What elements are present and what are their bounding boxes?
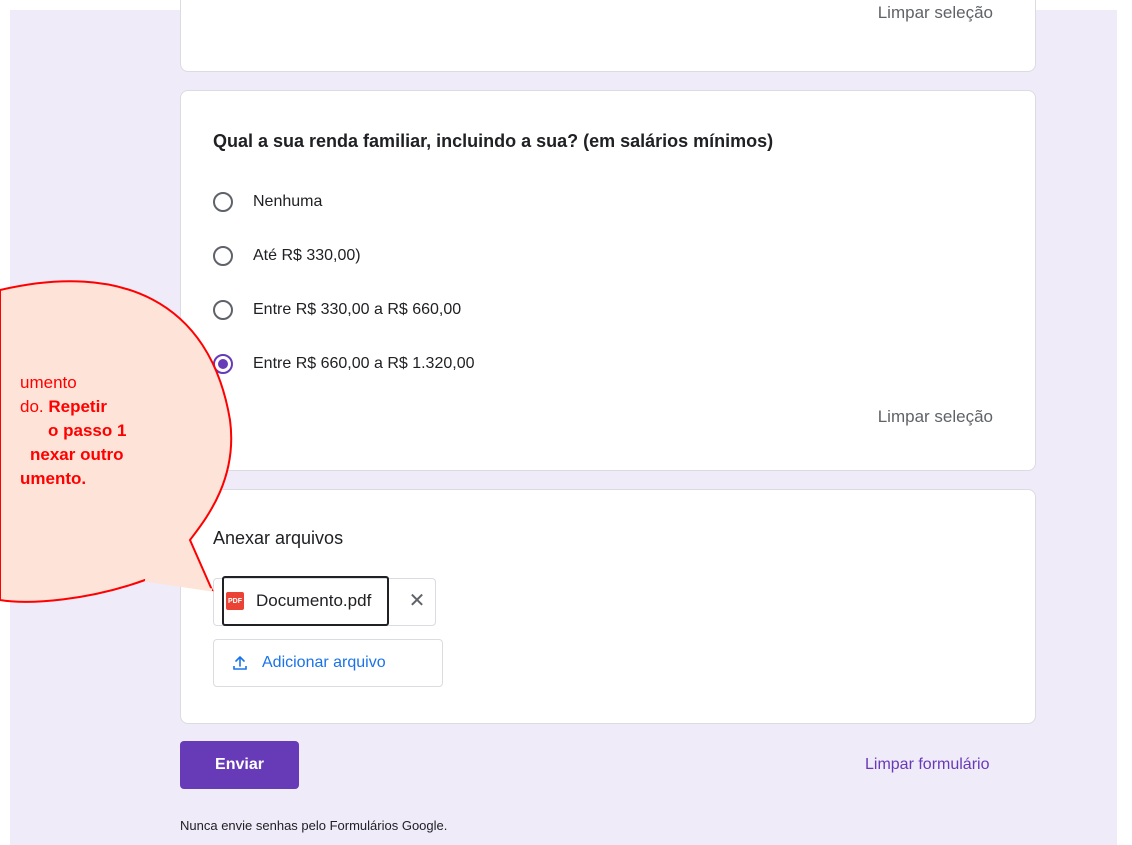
clear-selection-link[interactable]: Limpar seleção [878,407,993,427]
radio-option-nenhuma[interactable]: Nenhuma [213,189,322,215]
radio-button[interactable] [213,246,233,266]
add-file-label: Adicionar arquivo [262,654,386,671]
file-upload-card: Anexar arquivos PDF Documento.pdf ✕ Adic… [180,489,1036,724]
callout-line-2-normal: do. [20,397,49,416]
clear-selection-link-top[interactable]: Limpar seleção [878,3,993,23]
file-name-highlight[interactable]: PDF Documento.pdf [222,576,389,626]
option-label: Nenhuma [253,193,323,210]
submit-button[interactable]: Enviar [180,741,299,789]
uploaded-file-chip[interactable]: PDF Documento.pdf ✕ [213,576,436,626]
clear-form-link[interactable]: Limpar formulário [865,756,989,774]
radio-option-330-660[interactable]: Entre R$ 330,00 a R$ 660,00 [213,297,461,323]
income-question-card: Qual a sua renda familiar, incluindo a s… [180,90,1036,471]
callout-line-5: umento. [20,469,87,488]
file-name: Documento.pdf [256,591,372,610]
callout-line-1: umento [20,373,77,392]
callout-line-2: do. Repetir [0,395,245,419]
option-label: Entre R$ 660,00 a R$ 1.320,00 [253,355,475,372]
option-label: Entre R$ 330,00 a R$ 660,00 [253,301,462,318]
close-icon[interactable]: ✕ [405,589,429,613]
footer-note: Nunca envie senhas pelo Formulários Goog… [180,818,448,833]
callout-line-2-bold: Repetir [48,397,107,416]
previous-question-card: Limpar seleção [180,0,1036,72]
pdf-icon: PDF [226,592,244,610]
callout-text: umento do. Repetir o passo 1 nexar outro… [0,371,245,491]
radio-option-ate-330[interactable]: Até R$ 330,00) [213,243,361,269]
option-label: Até R$ 330,00) [253,247,361,264]
add-file-button[interactable]: Adicionar arquivo [213,639,443,687]
radio-button[interactable] [213,300,233,320]
radio-button[interactable] [213,192,233,212]
upload-icon [233,656,247,670]
file-upload-title: Anexar arquivos [213,528,344,548]
question-title: Qual a sua renda familiar, incluindo a s… [213,131,774,151]
callout-line-3: o passo 1 [48,421,127,440]
callout-line-4: nexar outro [30,445,124,464]
radio-option-660-1320[interactable]: Entre R$ 660,00 a R$ 1.320,00 [213,351,475,377]
